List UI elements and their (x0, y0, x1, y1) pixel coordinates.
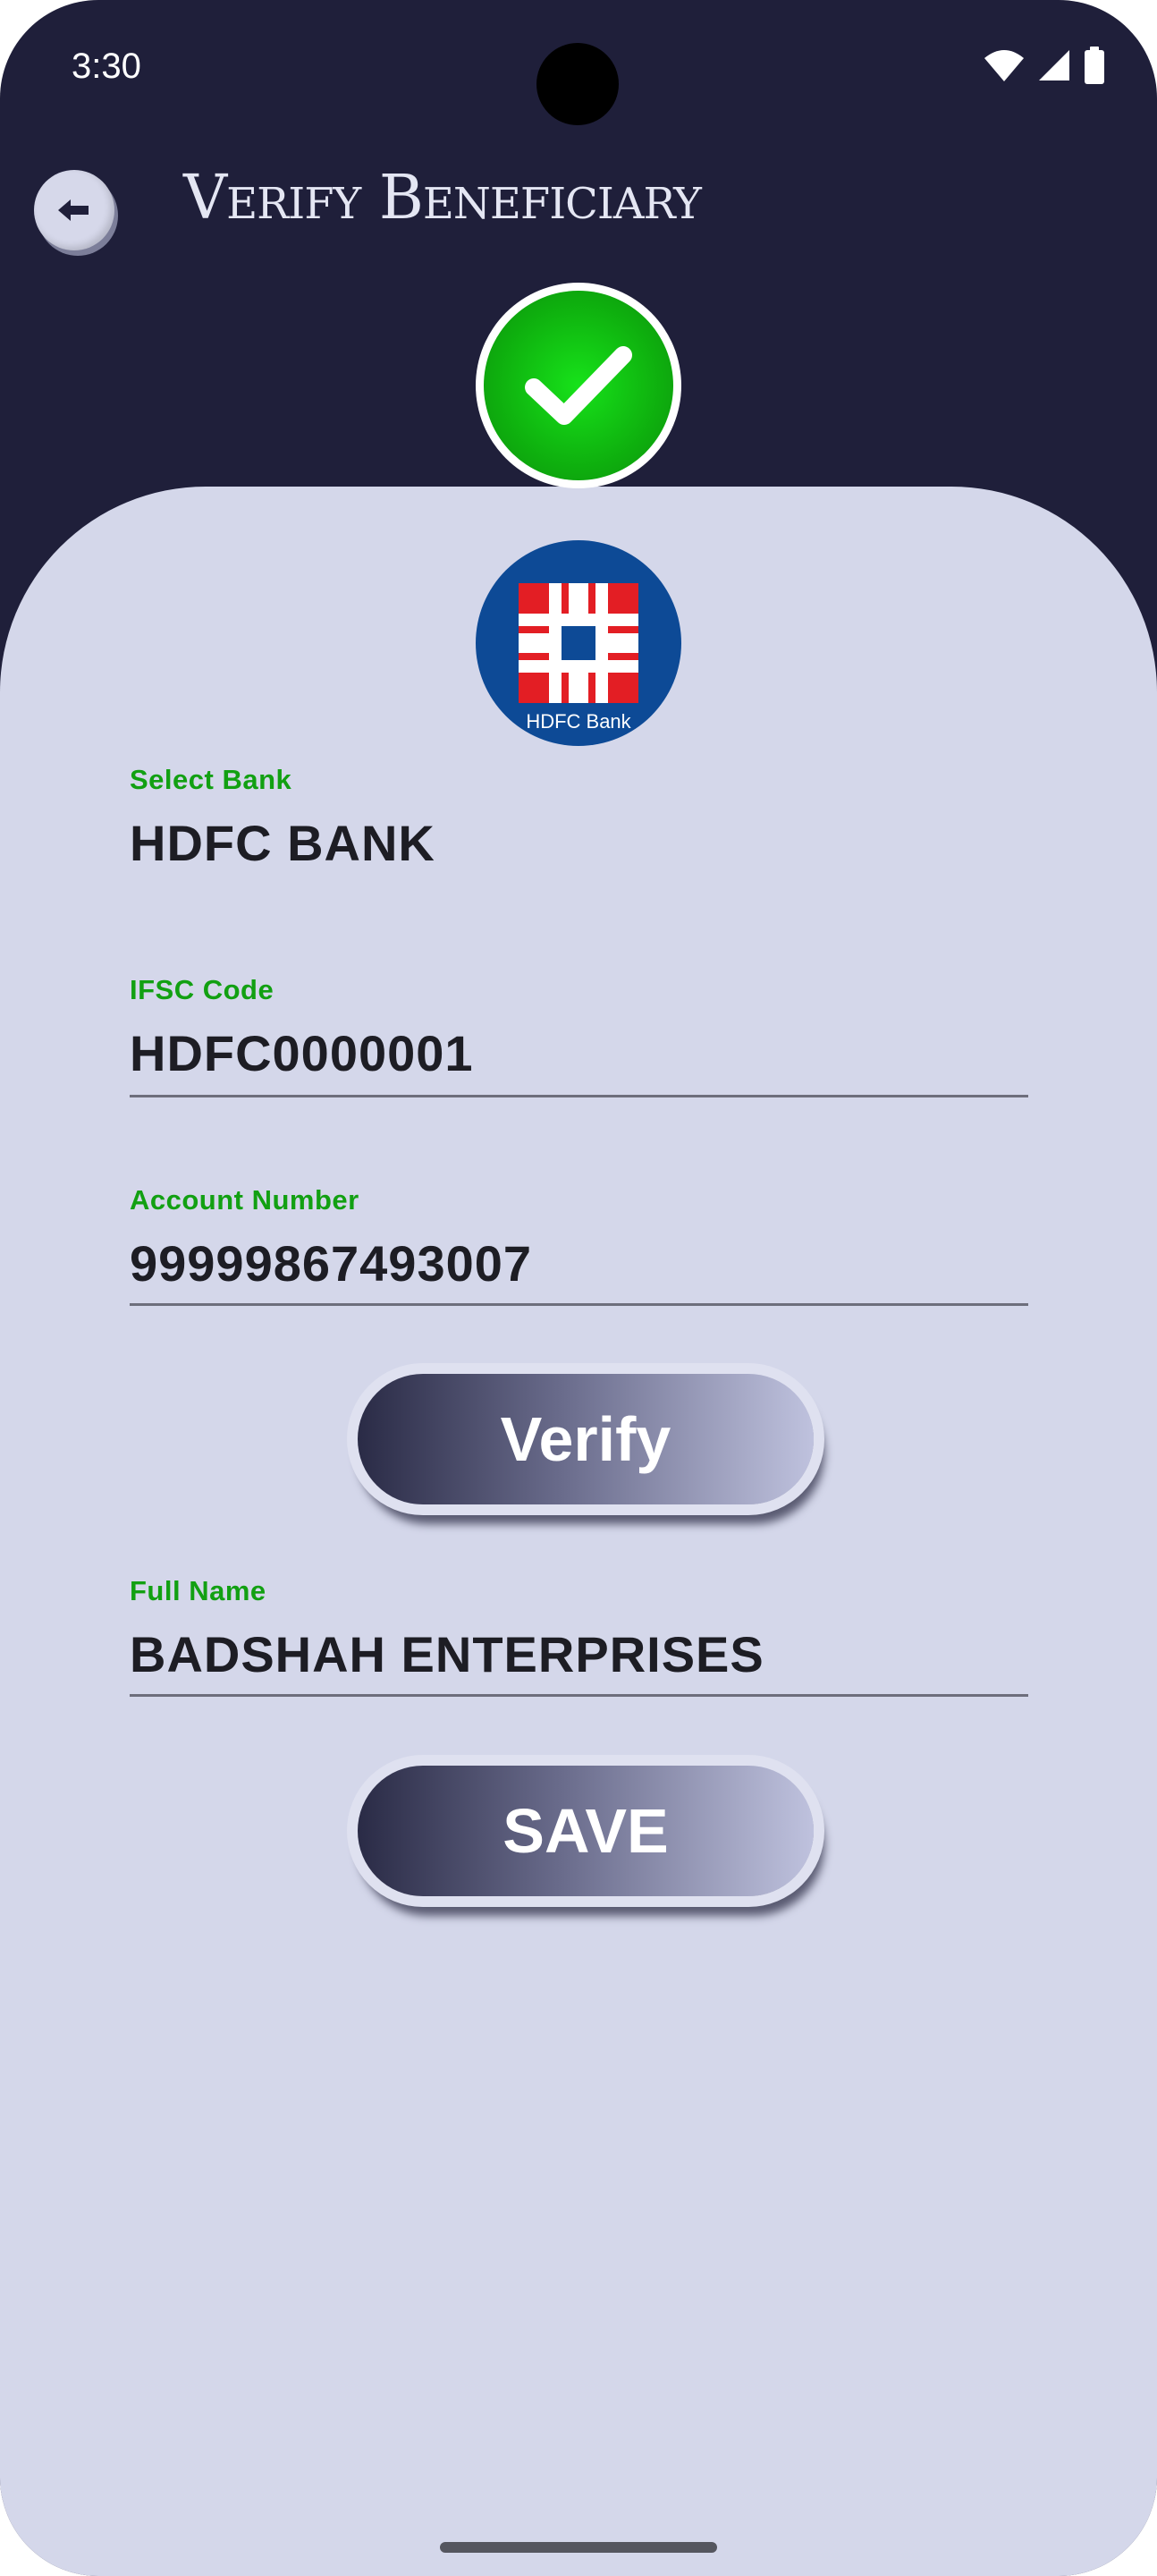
status-bar: 3:30 (0, 0, 1157, 134)
account-number-label: Account Number (130, 1184, 359, 1216)
checkmark-icon (525, 346, 632, 425)
ifsc-code-underline (130, 1095, 1028, 1097)
battery-icon (1085, 47, 1104, 84)
select-bank-label: Select Bank (130, 764, 292, 795)
camera-cutout (536, 43, 619, 125)
ifsc-code-label: IFSC Code (130, 974, 274, 1005)
bank-logo-text: HDFC Bank (526, 710, 631, 733)
account-number-field[interactable]: Account Number 99999867493007 (130, 1184, 1028, 1306)
wifi-icon (984, 50, 1024, 81)
account-number-value: 99999867493007 (130, 1235, 533, 1292)
select-bank-value: HDFC BANK (130, 815, 435, 871)
status-time: 3:30 (72, 47, 141, 86)
ifsc-code-field[interactable]: IFSC Code HDFC0000001 (130, 974, 1028, 1097)
status-icons (984, 47, 1105, 84)
bank-logo: HDFC Bank (476, 540, 681, 746)
success-badge-fill (484, 291, 673, 480)
phone-screen: 3:30 Verify Beneficiary HDFC Bank Select… (0, 0, 1157, 2576)
full-name-field[interactable]: Full Name BADSHAH ENTERPRISES (130, 1575, 1028, 1697)
full-name-value: BADSHAH ENTERPRISES (130, 1626, 764, 1682)
account-number-underline (130, 1303, 1028, 1306)
home-indicator[interactable] (440, 2542, 717, 2553)
save-button[interactable]: SAVE (358, 1766, 814, 1896)
select-bank-field[interactable]: Select Bank HDFC BANK (130, 764, 1028, 872)
full-name-underline (130, 1694, 1028, 1697)
form-card: HDFC Bank Select Bank HDFC BANK IFSC Cod… (0, 487, 1157, 2576)
verify-button[interactable]: Verify (358, 1374, 814, 1504)
back-arrow-icon (58, 199, 89, 221)
full-name-label: Full Name (130, 1575, 266, 1606)
success-badge (476, 283, 681, 488)
page-title: Verify Beneficiary (183, 163, 702, 233)
signal-icon (1039, 50, 1069, 80)
ifsc-code-value: HDFC0000001 (130, 1025, 474, 1081)
back-button[interactable] (34, 170, 114, 250)
